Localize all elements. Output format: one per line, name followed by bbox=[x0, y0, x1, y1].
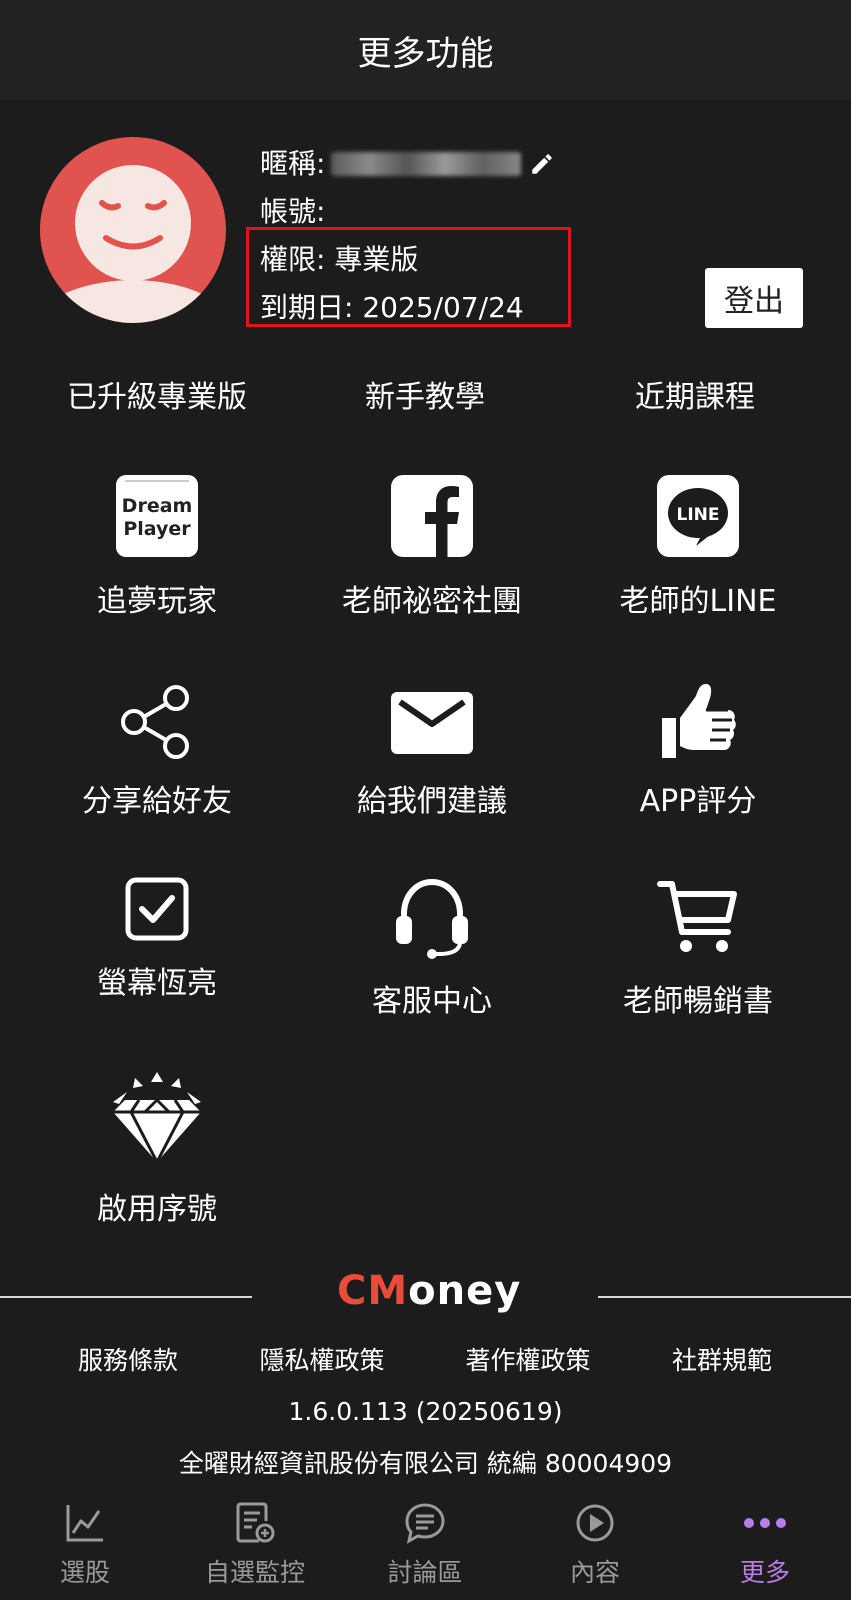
nav-label: 討論區 bbox=[387, 1558, 463, 1587]
feature-activate-serial[interactable]: 啟用序號 bbox=[17, 1072, 297, 1228]
checkbox-icon bbox=[125, 877, 189, 941]
dream-player-icon: Dream Player bbox=[116, 475, 198, 557]
feature-label: 老師暢銷書 bbox=[623, 984, 773, 1019]
terms-of-service-link[interactable]: 服務條款 bbox=[38, 1341, 218, 1377]
feature-label: 分享給好友 bbox=[82, 784, 232, 819]
feature-teacher-line[interactable]: LINE 老師的LINE bbox=[558, 474, 838, 620]
feature-dream-player[interactable]: Dream Player 追夢玩家 bbox=[17, 474, 297, 620]
play-icon bbox=[576, 1504, 614, 1542]
upgraded-pro-link[interactable]: 已升級專業版 bbox=[27, 372, 287, 416]
nickname-label: 暱稱: bbox=[260, 147, 326, 180]
diamond-icon bbox=[113, 1072, 201, 1164]
svg-text:LINE: LINE bbox=[677, 505, 720, 525]
feature-feedback[interactable]: 給我們建議 bbox=[292, 680, 572, 820]
mail-icon bbox=[391, 692, 473, 754]
cmoney-logo: CMoney bbox=[337, 1268, 522, 1314]
nav-stock-picking[interactable]: 選股 bbox=[0, 1487, 170, 1600]
nickname-row: 暱稱: bbox=[260, 140, 555, 188]
more-dots-icon bbox=[744, 1518, 786, 1528]
app-version: 1.6.0.113 (20250619) bbox=[288, 1397, 563, 1426]
feature-share[interactable]: 分享給好友 bbox=[17, 680, 297, 820]
nav-label: 更多 bbox=[739, 1558, 790, 1587]
feature-label: 啟用序號 bbox=[97, 1192, 217, 1227]
nav-label: 自選監控 bbox=[204, 1558, 305, 1587]
divider-right bbox=[598, 1296, 851, 1298]
nav-label: 選股 bbox=[59, 1558, 110, 1587]
cart-icon bbox=[657, 881, 737, 952]
divider-left bbox=[0, 1296, 252, 1298]
nav-content[interactable]: 內容 bbox=[510, 1487, 680, 1600]
company-info: 全曜財經資訊股份有限公司 統編 80004909 bbox=[178, 1449, 673, 1478]
nav-more[interactable]: 更多 bbox=[680, 1487, 850, 1600]
feature-label: 螢幕恆亮 bbox=[97, 966, 217, 1001]
svg-text:Player: Player bbox=[123, 518, 191, 540]
feature-label: 給我們建議 bbox=[357, 784, 507, 819]
nickname-value-blurred bbox=[331, 152, 522, 176]
bottom-navigation: 選股 自選監控 討論區 內容 更多 bbox=[0, 1487, 851, 1600]
feature-label: 老師的LINE bbox=[619, 584, 777, 619]
facebook-icon bbox=[391, 475, 473, 558]
avatar[interactable] bbox=[40, 137, 226, 323]
nav-label: 內容 bbox=[569, 1558, 620, 1587]
logout-button[interactable]: 登出 bbox=[705, 268, 803, 328]
watchlist-icon bbox=[236, 1502, 275, 1543]
subscription-highlight-box bbox=[246, 227, 571, 327]
text-links-row: 已升級專業版 新手教學 近期課程 bbox=[0, 372, 851, 422]
feature-teacher-secret-group[interactable]: 老師祕密社團 bbox=[292, 474, 572, 620]
community-rules-link[interactable]: 社群規範 bbox=[632, 1341, 812, 1377]
feature-label: 追夢玩家 bbox=[97, 584, 217, 619]
pencil-icon[interactable] bbox=[529, 151, 555, 177]
feature-label: 老師祕密社團 bbox=[342, 584, 522, 619]
headset-icon bbox=[396, 878, 468, 959]
legal-links-row: 服務條款 隱私權政策 著作權政策 社群規範 bbox=[0, 1341, 851, 1381]
chat-icon bbox=[405, 1503, 445, 1544]
courses-link[interactable]: 近期課程 bbox=[565, 372, 825, 416]
page-title: 更多功能 bbox=[357, 33, 494, 74]
thumbs-up-icon bbox=[662, 684, 736, 758]
feature-label: APP評分 bbox=[639, 784, 757, 819]
line-icon: LINE bbox=[657, 475, 739, 557]
feature-keep-screen-on[interactable]: 螢幕恆亮 bbox=[17, 876, 297, 1002]
tutorial-link[interactable]: 新手教學 bbox=[295, 372, 555, 416]
nav-watchlist[interactable]: 自選監控 bbox=[170, 1487, 340, 1600]
feature-label: 客服中心 bbox=[372, 984, 492, 1019]
smiley-face-icon bbox=[40, 165, 226, 323]
feature-app-rating[interactable]: APP評分 bbox=[558, 680, 838, 820]
feature-customer-service[interactable]: 客服中心 bbox=[292, 876, 572, 1020]
feature-teacher-books[interactable]: 老師暢銷書 bbox=[558, 876, 838, 1020]
svg-text:Dream: Dream bbox=[122, 495, 193, 517]
top-header: 更多功能 bbox=[0, 0, 851, 100]
copyright-policy-link[interactable]: 著作權政策 bbox=[438, 1341, 618, 1377]
privacy-policy-link[interactable]: 隱私權政策 bbox=[232, 1341, 412, 1377]
nav-forum[interactable]: 討論區 bbox=[340, 1487, 510, 1600]
share-icon bbox=[121, 685, 189, 759]
profile-section: 暱稱: 帳號: 權限: 專業版 到期日: 2025/07/24 登出 bbox=[0, 100, 851, 350]
chart-icon bbox=[66, 1505, 103, 1542]
